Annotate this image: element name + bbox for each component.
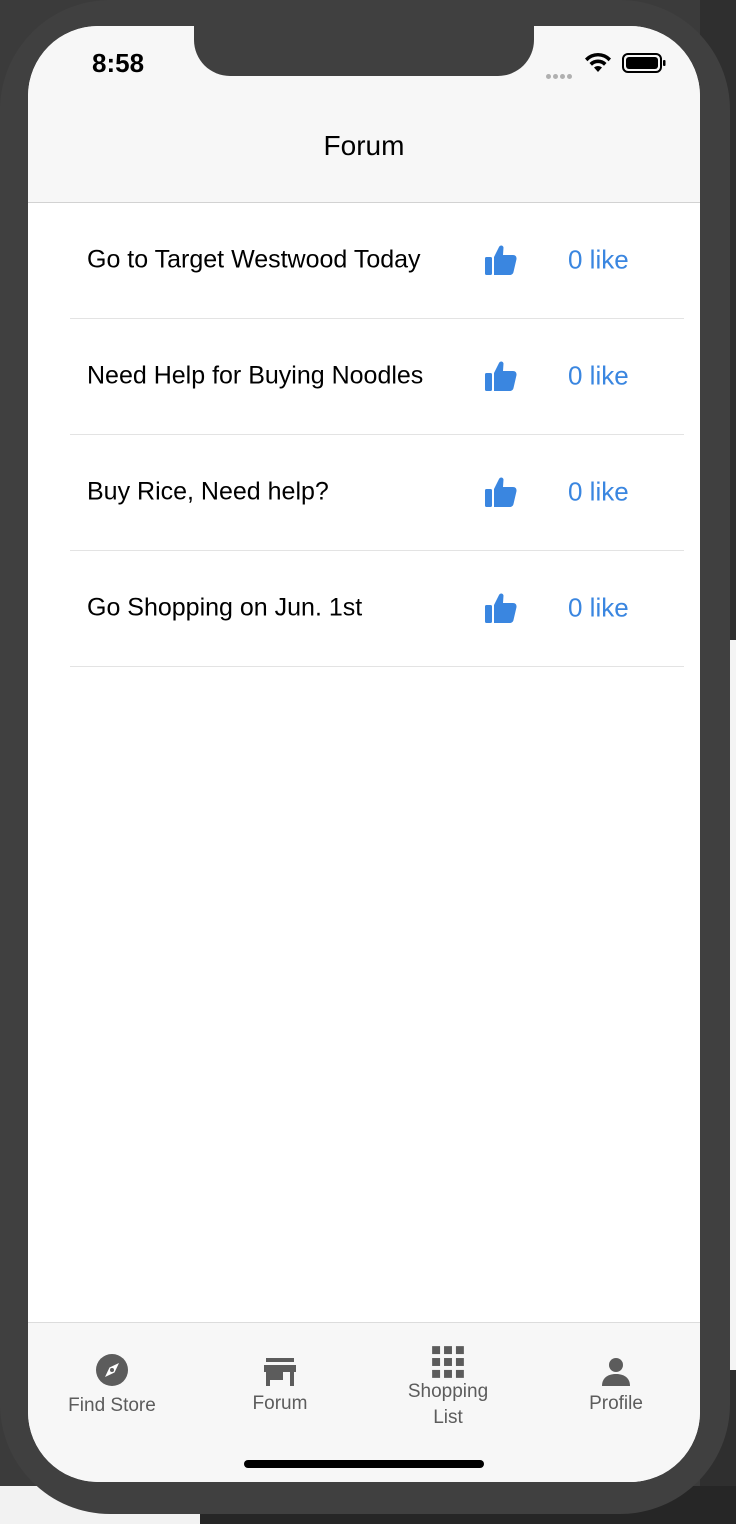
compass-icon <box>96 1354 128 1386</box>
thumbs-up-icon[interactable] <box>484 591 518 625</box>
page-title: Forum <box>323 130 405 161</box>
status-time: 8:58 <box>92 48 145 78</box>
signal-dots-icon <box>546 66 576 79</box>
tab-label: Find Store <box>68 1395 156 1416</box>
person-icon <box>602 1358 630 1386</box>
forum-post-row[interactable]: Need Help for Buying Noodles 0 like <box>70 319 684 435</box>
thumbs-up-icon[interactable] <box>484 243 518 277</box>
tab-label-line2: List <box>433 1407 463 1428</box>
tab-find-store[interactable]: Find Store <box>28 1323 196 1453</box>
wifi-icon <box>585 52 611 72</box>
tab-label: Forum <box>252 1393 308 1414</box>
forum-post-row[interactable]: Go to Target Westwood Today 0 like <box>70 203 684 319</box>
bottom-tab-bar: Find Store Forum Shopping List Profile <box>28 1322 700 1482</box>
post-title[interactable]: Buy Rice, Need help? <box>87 478 329 507</box>
like-count[interactable]: 0 like <box>568 245 629 276</box>
post-title[interactable]: Need Help for Buying Noodles <box>87 362 423 391</box>
like-count[interactable]: 0 like <box>568 593 629 624</box>
tab-label: Profile <box>589 1393 643 1414</box>
home-indicator <box>244 1460 484 1468</box>
thumbs-up-icon[interactable] <box>484 359 518 393</box>
tab-profile[interactable]: Profile <box>532 1323 700 1453</box>
forum-post-list: Go to Target Westwood Today 0 like Need … <box>28 203 700 667</box>
tab-label-line1: Shopping <box>407 1381 489 1402</box>
thumbs-up-icon[interactable] <box>484 475 518 509</box>
like-count[interactable]: 0 like <box>568 477 629 508</box>
forum-post-row[interactable]: Buy Rice, Need help? 0 like <box>70 435 684 551</box>
like-count[interactable]: 0 like <box>568 361 629 392</box>
phone-screen: 8:58 Forum Go to Target Westwood Today 0… <box>28 26 700 1482</box>
navigation-header: Forum <box>28 104 700 203</box>
store-icon <box>264 1358 296 1386</box>
battery-icon <box>622 53 666 73</box>
tab-shopping-list[interactable]: Shopping List <box>364 1323 532 1453</box>
forum-post-row[interactable]: Go Shopping on Jun. 1st 0 like <box>70 551 684 667</box>
phone-frame: 8:58 Forum Go to Target Westwood Today 0… <box>0 0 730 1514</box>
grid-icon <box>432 1346 464 1378</box>
post-title[interactable]: Go to Target Westwood Today <box>87 246 421 275</box>
device-notch <box>194 26 534 76</box>
tab-forum[interactable]: Forum <box>196 1323 364 1453</box>
post-title[interactable]: Go Shopping on Jun. 1st <box>87 594 362 623</box>
